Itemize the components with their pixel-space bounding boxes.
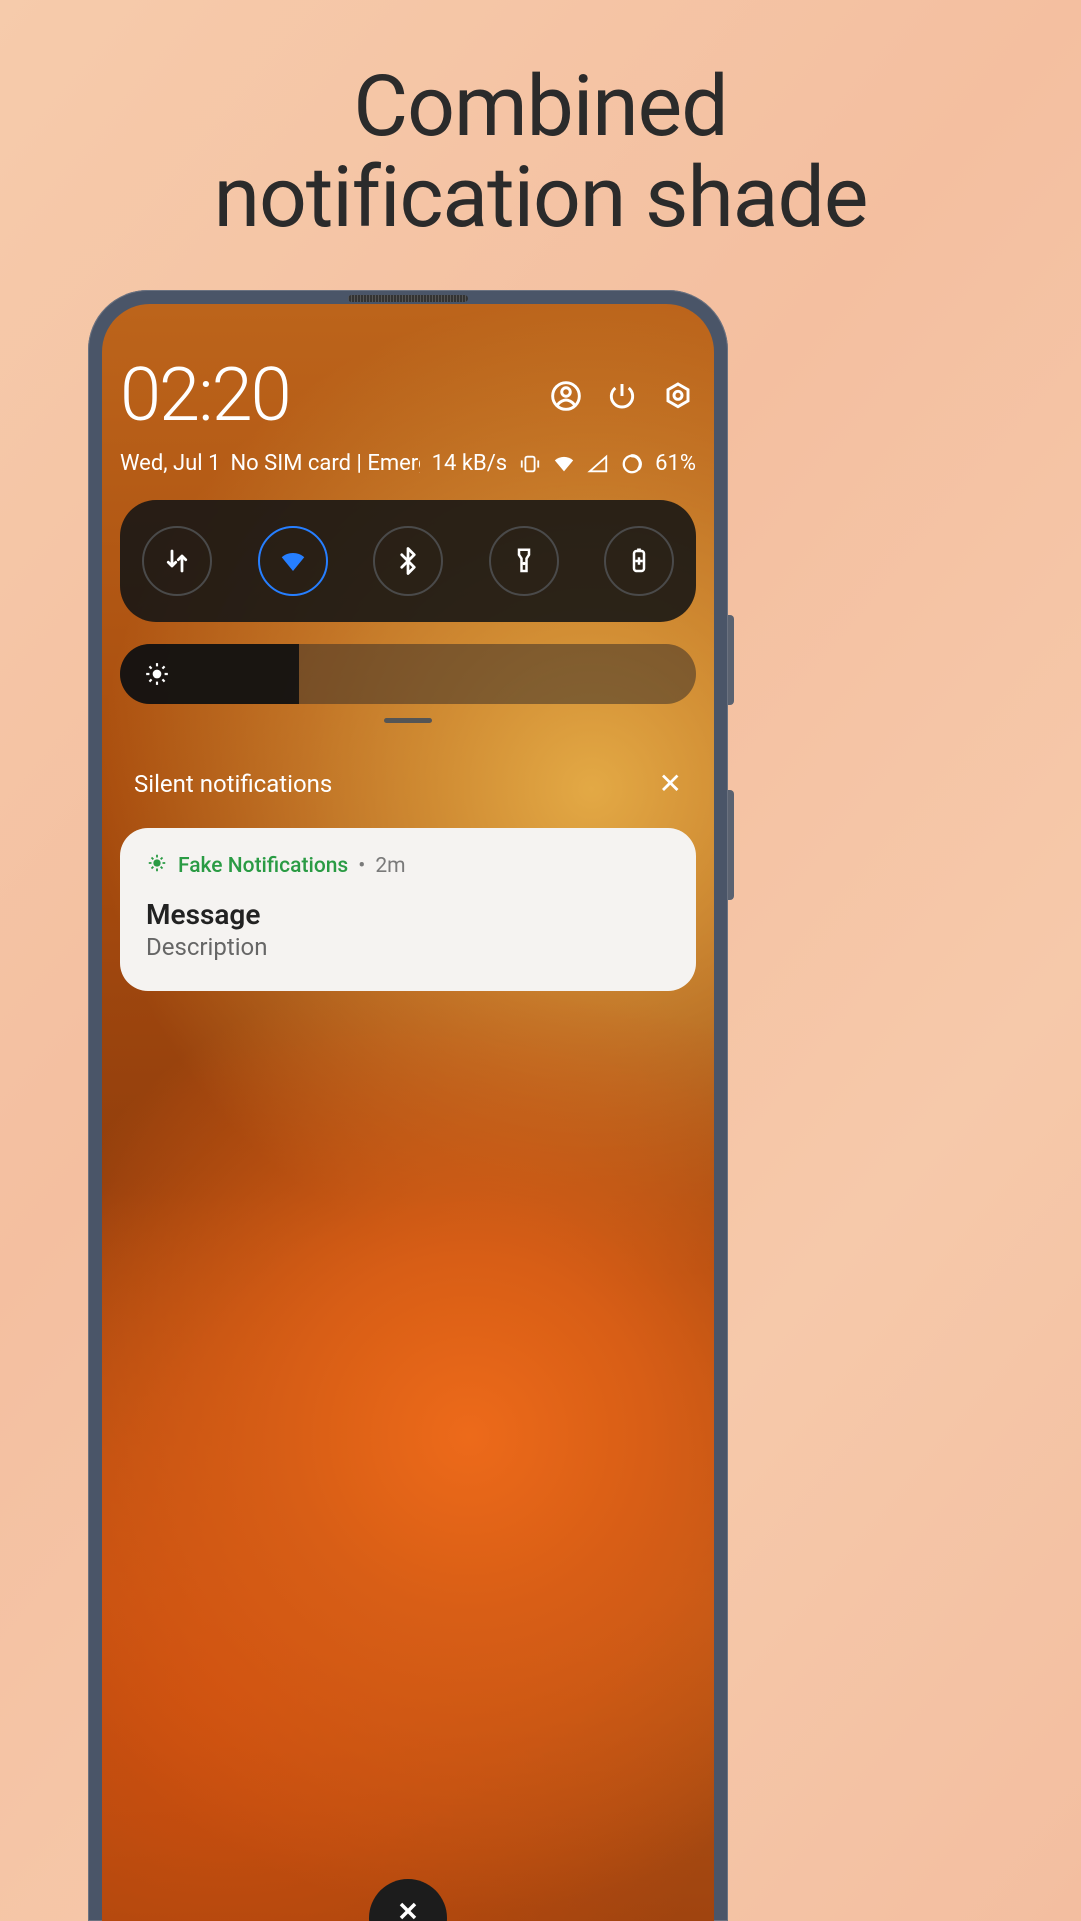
phone-speaker [348, 295, 468, 302]
status-sub-row: Wed, Jul 1 No SIM card | Emergenc 14 kB/… [120, 451, 696, 476]
phone-mock: 02:20 Wed, Jul 1 No SIM card | Em [88, 290, 728, 1921]
notification-description: Description [146, 933, 670, 961]
signal-icon [587, 453, 609, 475]
quick-settings-panel [120, 500, 696, 622]
qs-tile-flashlight[interactable] [489, 526, 559, 596]
notification-app-name: Fake Notifications [178, 854, 348, 878]
wifi-status-icon [553, 453, 575, 475]
qs-tile-wifi[interactable] [258, 526, 328, 596]
notification-title: Message [146, 898, 670, 931]
hero-title: Combined notification shade [0, 0, 1081, 243]
notification-card[interactable]: Fake Notifications • 2m Message Descript… [120, 828, 696, 991]
status-top-row: 02:20 [120, 352, 696, 439]
clock: 02:20 [120, 352, 290, 439]
phone-side-button [728, 790, 734, 900]
power-icon[interactable] [604, 378, 640, 414]
top-action-icons [548, 378, 696, 414]
qs-tile-battery-saver[interactable] [604, 526, 674, 596]
vibrate-icon [519, 453, 541, 475]
notification-meta: Fake Notifications • 2m [146, 852, 670, 880]
notification-shade[interactable]: 02:20 Wed, Jul 1 No SIM card | Em [102, 304, 714, 1921]
qs-tile-bluetooth[interactable] [373, 526, 443, 596]
net-speed-text: 14 kB/s [432, 451, 507, 476]
notification-app-icon [146, 852, 168, 880]
silent-section-title: Silent notifications [134, 770, 332, 798]
battery-pct-text: 61% [655, 451, 696, 476]
silent-section-header: Silent notifications ✕ [120, 767, 696, 800]
brightness-fill [120, 644, 299, 704]
notification-time: 2m [375, 854, 405, 878]
settings-icon[interactable] [660, 378, 696, 414]
shade-drag-handle[interactable] [384, 718, 432, 723]
user-icon[interactable] [548, 378, 584, 414]
date-text: Wed, Jul 1 [120, 451, 220, 476]
brightness-icon [144, 661, 170, 687]
hero-line1: Combined [0, 62, 1081, 153]
clear-silent-button[interactable]: ✕ [659, 767, 682, 800]
brightness-slider[interactable] [120, 644, 696, 704]
screen: 02:20 Wed, Jul 1 No SIM card | Em [102, 304, 714, 1921]
battery-ring-icon [621, 453, 643, 475]
phone-side-button [728, 615, 734, 705]
qs-tile-mobile-data[interactable] [142, 526, 212, 596]
close-shade-button[interactable] [369, 1879, 447, 1921]
hero-line2: notification shade [0, 153, 1081, 244]
sim-status-text: No SIM card | Emergenc [230, 451, 420, 476]
notification-separator: • [358, 854, 365, 878]
